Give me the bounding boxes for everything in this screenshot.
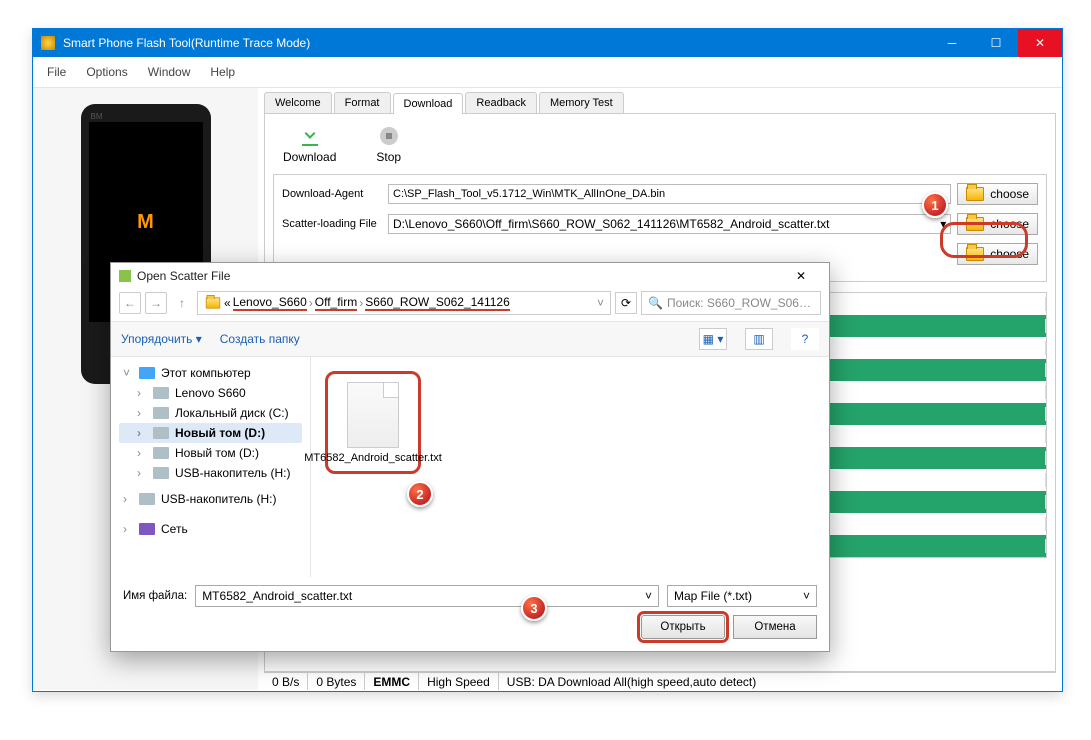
usb-icon (139, 493, 155, 505)
help-button[interactable]: ? (791, 328, 819, 350)
annotation-badge-2: 2 (407, 481, 433, 507)
status-bps: 0 B/s (264, 673, 308, 690)
tab-memorytest[interactable]: Memory Test (539, 92, 624, 113)
file-tile-scatter[interactable]: MT6582_Android_scatter.txt (325, 371, 421, 474)
tab-readback[interactable]: Readback (465, 92, 537, 113)
nav-forward-button[interactable]: → (145, 292, 167, 314)
status-usb: USB: DA Download All(high speed,auto det… (499, 673, 1056, 690)
maximize-button[interactable]: ☐ (974, 29, 1018, 57)
document-icon (347, 382, 399, 448)
menu-help[interactable]: Help (206, 63, 239, 81)
chevron-down-icon[interactable]: ˅ (645, 589, 652, 603)
chevron-down-icon: ˅ (803, 589, 810, 603)
app-icon (41, 36, 55, 50)
tree-network[interactable]: Сеть (161, 522, 188, 536)
nav-tree[interactable]: ˅Этот компьютер ›Lenovo S660 ›Локальный … (111, 357, 311, 577)
tree-computer[interactable]: Этот компьютер (161, 366, 251, 380)
scatter-path-combo[interactable]: D:\Lenovo_S660\Off_firm\S660_ROW_S062_14… (388, 214, 951, 234)
folder-icon (966, 187, 984, 201)
titlebar: Smart Phone Flash Tool(Runtime Trace Mod… (33, 29, 1062, 57)
preview-pane-button[interactable]: ▥ (745, 328, 773, 350)
scatter-label: Scatter-loading File (282, 218, 382, 230)
scatter-path-text: D:\Lenovo_S660\Off_firm\S660_ROW_S062_14… (393, 217, 830, 231)
search-icon: 🔍 (648, 296, 663, 310)
tree-ddrive2[interactable]: Новый том (D:) (175, 446, 259, 460)
nav-up-button[interactable]: ↑ (171, 292, 193, 314)
stop-button[interactable]: Stop (376, 124, 401, 164)
drive-icon (153, 427, 169, 439)
breadcrumb[interactable]: « Lenovo_S660› Off_firm› S660_ROW_S062_1… (197, 291, 611, 315)
tabstrip: Welcome Format Download Readback Memory … (264, 92, 1056, 114)
files-area[interactable]: MT6582_Android_scatter.txt 2 (311, 357, 829, 577)
download-label: Download (283, 150, 336, 164)
da-choose-button[interactable]: choose (957, 183, 1038, 205)
minimize-button[interactable]: ─ (930, 29, 974, 57)
close-button[interactable]: ✕ (1018, 29, 1062, 57)
tree-ddrive[interactable]: Новый том (D:) (175, 426, 265, 440)
organize-menu[interactable]: Упорядочить ▾ (121, 332, 202, 346)
da-path-input[interactable] (388, 184, 951, 204)
open-file-dialog: Open Scatter File ✕ ← → ↑ « Lenovo_S660›… (110, 262, 830, 652)
tab-format[interactable]: Format (334, 92, 391, 113)
tree-usb2[interactable]: USB-накопитель (H:) (161, 492, 276, 506)
network-icon (139, 523, 155, 535)
menu-window[interactable]: Window (144, 63, 195, 81)
breadcrumb-prefix: « (224, 296, 231, 310)
tab-download[interactable]: Download (393, 93, 464, 114)
stop-icon (377, 124, 401, 148)
file-name-label: MT6582_Android_scatter.txt (304, 452, 442, 465)
annotation-ring-1 (940, 222, 1028, 258)
status-bytes: 0 Bytes (308, 673, 365, 690)
refresh-button[interactable]: ⟳ (615, 292, 637, 314)
search-input[interactable]: 🔍 Поиск: S660_ROW_S062_141126 (641, 291, 821, 315)
phone-drive-icon (153, 387, 169, 399)
menu-file[interactable]: File (43, 63, 70, 81)
search-placeholder: Поиск: S660_ROW_S062_141126 (667, 296, 814, 310)
usb-icon (153, 467, 169, 479)
computer-icon (139, 367, 155, 379)
annotation-badge-3: 3 (521, 595, 547, 621)
download-button[interactable]: Download (283, 124, 336, 164)
filename-input[interactable]: MT6582_Android_scatter.txt ˅ (195, 585, 659, 607)
dialog-title: Open Scatter File (137, 269, 775, 283)
filter-text: Map File (*.txt) (674, 589, 752, 603)
new-folder-button[interactable]: Создать папку (220, 332, 300, 346)
tree-usb1[interactable]: USB-накопитель (H:) (175, 466, 290, 480)
open-button[interactable]: Открыть (641, 615, 725, 639)
chevron-down-icon[interactable]: ˅ (597, 296, 604, 310)
dialog-close-button[interactable]: ✕ (781, 265, 821, 287)
view-mode-button[interactable]: ▦ ▾ (699, 328, 727, 350)
tree-lenovo[interactable]: Lenovo S660 (175, 386, 246, 400)
file-filter-combo[interactable]: Map File (*.txt) ˅ (667, 585, 817, 607)
drive-icon (153, 407, 169, 419)
download-arrow-icon (298, 124, 322, 148)
menu-options[interactable]: Options (82, 63, 131, 81)
breadcrumb-part[interactable]: S660_ROW_S062_141126 (365, 295, 510, 309)
tree-cdrive[interactable]: Локальный диск (C:) (175, 406, 289, 420)
breadcrumb-part[interactable]: Off_firm (315, 295, 357, 309)
menubar: File Options Window Help (33, 57, 1062, 88)
status-storage: EMMC (365, 673, 419, 690)
folder-icon (206, 297, 220, 308)
tab-welcome[interactable]: Welcome (264, 92, 332, 113)
dialog-icon (119, 270, 131, 282)
da-label: Download-Agent (282, 188, 382, 200)
filename-label: Имя файла: (123, 590, 187, 602)
choose-label: choose (990, 187, 1029, 201)
filename-value: MT6582_Android_scatter.txt (202, 589, 352, 603)
drive-icon (153, 447, 169, 459)
stop-label: Stop (376, 150, 401, 164)
breadcrumb-part[interactable]: Lenovo_S660 (233, 295, 307, 309)
nav-back-button[interactable]: ← (119, 292, 141, 314)
statusbar: 0 B/s 0 Bytes EMMC High Speed USB: DA Do… (264, 672, 1056, 690)
cancel-button[interactable]: Отмена (733, 615, 817, 639)
status-speed: High Speed (419, 673, 499, 690)
annotation-badge-1: 1 (922, 192, 948, 218)
window-title: Smart Phone Flash Tool(Runtime Trace Mod… (63, 36, 930, 50)
